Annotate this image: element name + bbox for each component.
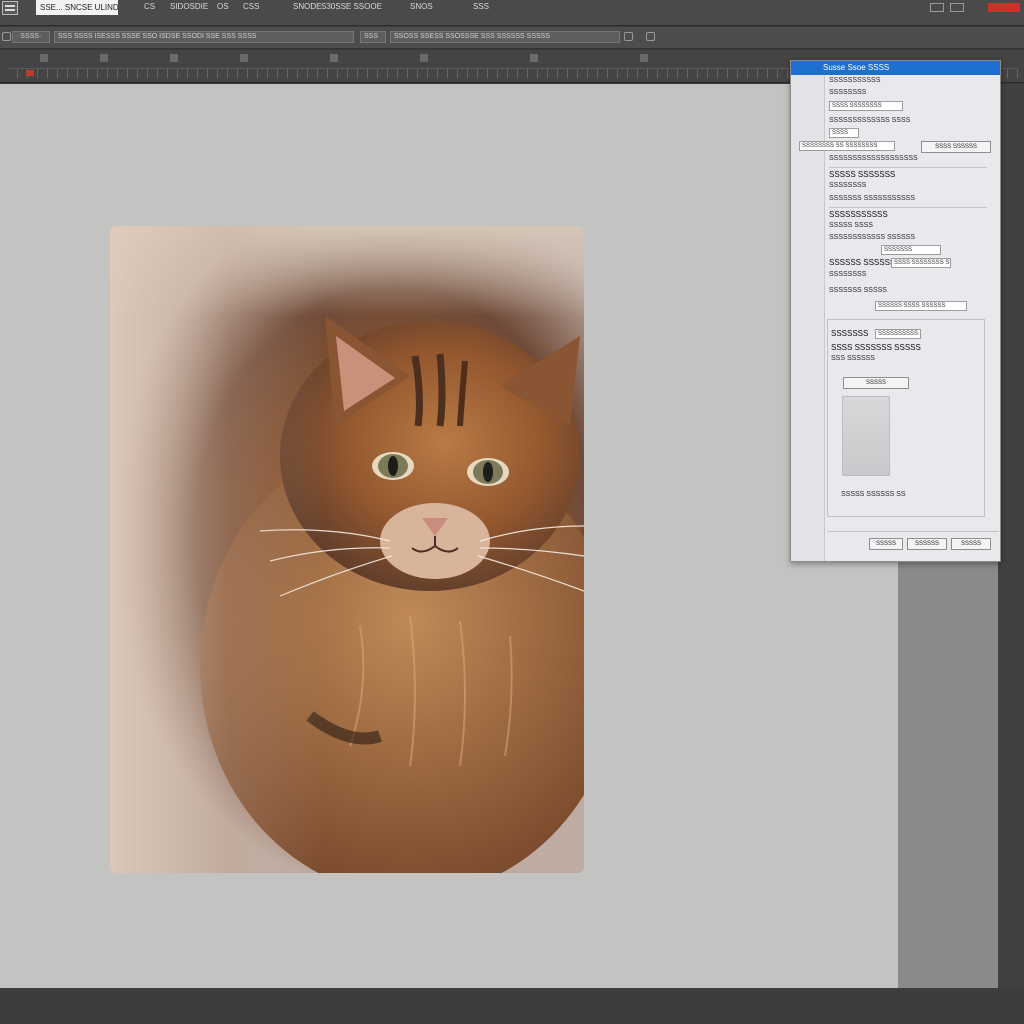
tool-icon-3[interactable] xyxy=(170,54,178,62)
cat-photo[interactable] xyxy=(110,226,584,873)
dialog-section-heading: SSSSSSSSSSS xyxy=(829,210,888,219)
dialog-title[interactable]: Susse Ssoe SSSS xyxy=(791,61,1000,75)
dialog-label: SSS SSSSSS xyxy=(831,355,875,362)
dialog-input[interactable]: SSSS SSSSSSSS xyxy=(829,101,903,111)
menu-item-1[interactable]: CS xyxy=(144,2,155,11)
options-field-1[interactable]: · SSSS· xyxy=(12,31,50,43)
menu-item-7[interactable]: SNOS xyxy=(410,2,433,11)
dialog-label: SSSSSSS SSSSS xyxy=(829,287,887,294)
window-maximize-icon[interactable] xyxy=(950,3,964,12)
app-icon[interactable] xyxy=(2,1,18,15)
menu-item-2[interactable]: SIDOSDIE xyxy=(170,2,208,11)
tool-icon-8[interactable] xyxy=(640,54,648,62)
options-field-2[interactable]: SSS SSSS ISESSS SSSE SSO ISDSE SSODI SSE… xyxy=(54,31,354,43)
photo-editor-window: SSE... SNCSE ULINDS CS SIDOSDIE OS CSS S… xyxy=(0,0,1024,1024)
dialog-reset-button[interactable]: SSSSS xyxy=(951,538,991,550)
dialog-label: SSSSSSSS xyxy=(829,182,867,189)
tool-icon-5[interactable] xyxy=(330,54,338,62)
dialog-input[interactable]: SSSS xyxy=(829,128,859,138)
tool-icon-7[interactable] xyxy=(530,54,538,62)
tool-icon-1[interactable] xyxy=(40,54,48,62)
options-bar: · SSSS· SSS SSSS ISESSS SSSE SSO ISDSE S… xyxy=(0,27,1024,49)
dialog-swatch-button[interactable]: SSSSS xyxy=(843,377,909,389)
dialog-ok-button[interactable]: SSSSS xyxy=(869,538,903,550)
dialog-label: SSSSSSSSSSS xyxy=(829,77,881,84)
dialog-input[interactable]: SSSSSSS xyxy=(881,245,941,255)
document-tab[interactable]: SSE... SNCSE ULINDS xyxy=(36,0,118,15)
tool-icon-4[interactable] xyxy=(240,54,248,62)
scrollbar-vertical[interactable] xyxy=(998,84,1024,1024)
settings-dialog: Susse Ssoe SSSS SSSSSSSSSSS SSSSSSSS SSS… xyxy=(790,60,1001,562)
menu-item-6[interactable]: S30SSE SSOOE xyxy=(321,2,382,11)
dialog-input[interactable]: SSSS SSSSSSSS SS xyxy=(891,258,951,268)
dialog-label: SSSSSSSSSSSSSSSSSSS xyxy=(829,155,918,162)
dialog-section-heading: SSSSSSS SSSSS SSS xyxy=(831,329,871,338)
dialog-dropdown[interactable]: SSSSSSSS SS SSSSSSSS xyxy=(799,141,895,151)
dialog-separator xyxy=(829,167,987,168)
tool-preset-icon[interactable] xyxy=(2,32,11,41)
options-toggle-icon[interactable] xyxy=(624,32,633,41)
dialog-label: SSSSSSSSSSSSS SSSS xyxy=(829,117,911,124)
dialog-separator xyxy=(827,531,999,532)
window-minimize-icon[interactable] xyxy=(930,3,944,12)
dialog-label: SSSSS SSSSSS SS xyxy=(841,491,906,498)
menu-item-5[interactable]: SNODE xyxy=(293,2,321,11)
window-close-icon[interactable] xyxy=(988,3,1020,12)
status-bar xyxy=(0,988,1024,1024)
dialog-preview-swatch xyxy=(842,396,890,476)
dialog-input[interactable]: SSSSSSSSSS xyxy=(875,329,921,339)
photo-soft-edge xyxy=(110,226,584,873)
tool-icon-6[interactable] xyxy=(420,54,428,62)
tool-icon-2[interactable] xyxy=(100,54,108,62)
dialog-label: SSSSSSS SSSSSSSSSSS xyxy=(829,195,915,202)
dialog-separator xyxy=(829,207,987,208)
options-field-3[interactable]: SSS xyxy=(360,31,386,43)
dialog-label: SSSSSSSSSSSS SSSSSS xyxy=(829,234,915,241)
dialog-label: SSSSSSSS xyxy=(829,89,867,96)
options-settings-icon[interactable] xyxy=(646,32,655,41)
menu-bar: SSE... SNCSE ULINDS CS SIDOSDIE OS CSS S… xyxy=(0,0,1024,26)
dialog-label: SSSSS SSSS xyxy=(829,222,873,229)
record-indicator-icon xyxy=(26,70,34,76)
menu-item-8[interactable]: SSS xyxy=(473,2,489,11)
dialog-label: SSSSSSSS xyxy=(829,271,867,278)
options-field-4[interactable]: SSOSS SSESS SSOSSSE SSS SSSSSS SSSSS xyxy=(390,31,620,43)
menu-item-3[interactable]: OS xyxy=(217,2,229,11)
dialog-section-heading: SSSSS SSSSSSS xyxy=(829,170,896,179)
dialog-section-heading: SSSS SSSSSSS SSSSS xyxy=(831,343,921,352)
menu-item-4[interactable]: CSS xyxy=(243,2,259,11)
dialog-option-button[interactable]: SSSS SSSSSS xyxy=(921,141,991,153)
dialog-cancel-button[interactable]: SSSSSS xyxy=(907,538,947,550)
dialog-input[interactable]: SSSSSS SSSS SSSSSS xyxy=(875,301,967,311)
